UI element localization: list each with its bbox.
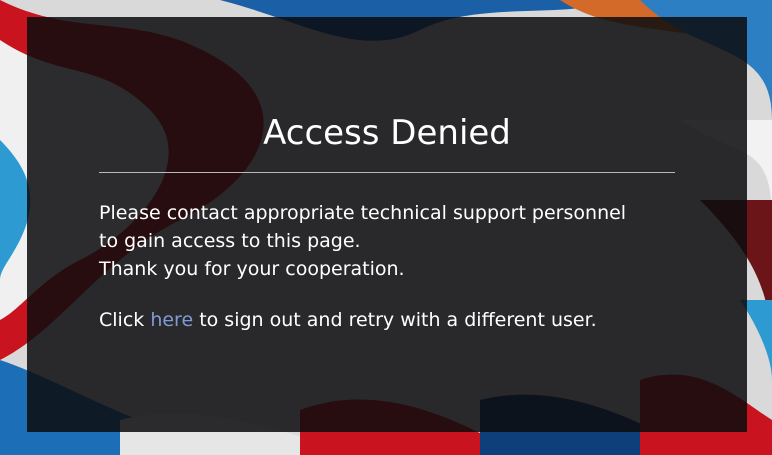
signout-instructions: Click here to sign out and retry with a … <box>99 306 699 334</box>
signout-prefix: Click <box>99 309 151 331</box>
signout-suffix: to sign out and retry with a different u… <box>193 309 597 331</box>
title-divider <box>99 172 675 173</box>
message-line: Please contact appropriate technical sup… <box>99 202 627 224</box>
page-title: Access Denied <box>263 113 511 153</box>
message-line: Thank you for your cooperation. <box>99 258 405 280</box>
signout-link[interactable]: here <box>150 309 193 331</box>
access-message: Please contact appropriate technical sup… <box>99 199 699 283</box>
access-denied-panel: Access Denied Please contact appropriate… <box>27 17 747 432</box>
message-line: to gain access to this page. <box>99 230 361 252</box>
